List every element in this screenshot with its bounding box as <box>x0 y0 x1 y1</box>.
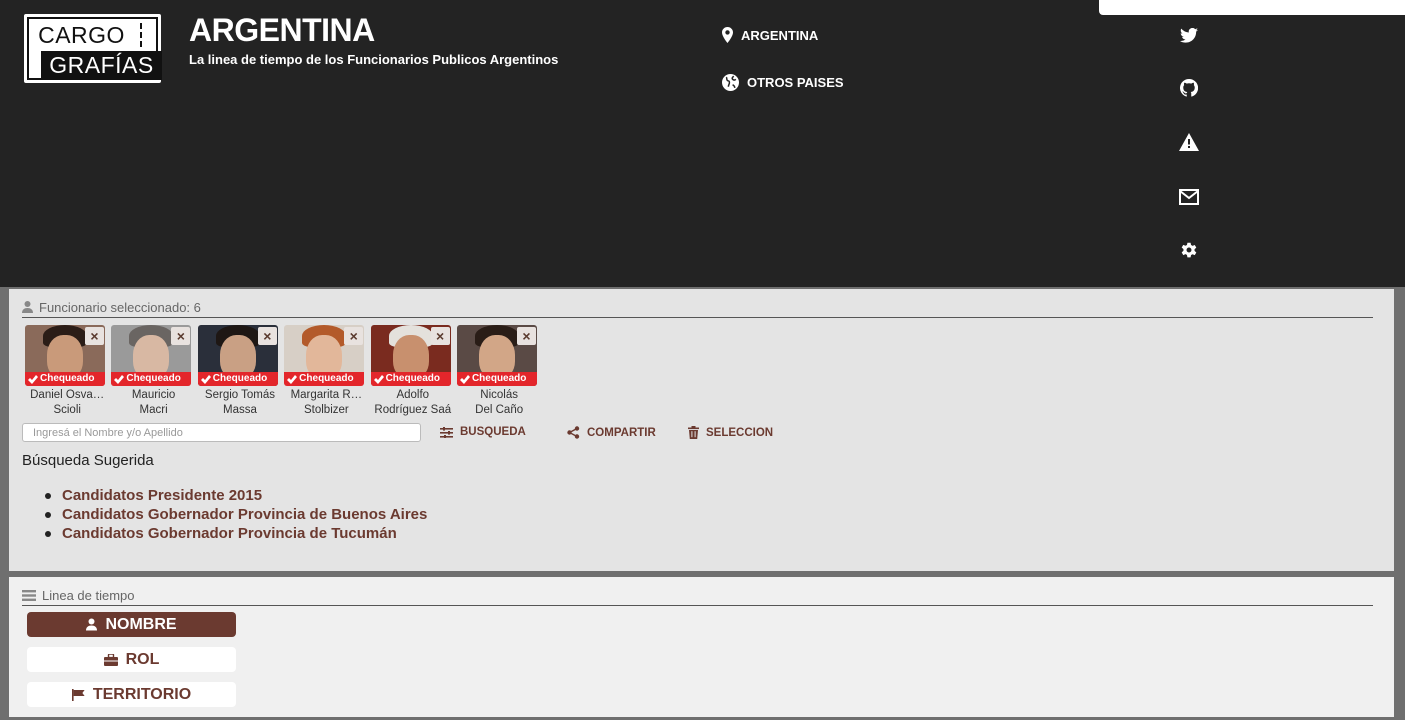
remove-official-button[interactable]: × <box>430 327 450 345</box>
list-icon <box>22 589 36 601</box>
official-name-last: Rodríguez Saá <box>374 404 452 416</box>
official-card[interactable]: Chequeado × Adolfo Rodríguez Saá <box>370 325 456 416</box>
official-name-last: Scioli <box>53 404 81 416</box>
check-icon <box>373 374 384 384</box>
official-name-first: Margarita R… <box>290 389 363 401</box>
chequeado-badge: Chequeado <box>284 372 365 386</box>
warning-icon[interactable] <box>1178 131 1200 153</box>
official-photo[interactable]: Chequeado × <box>456 325 537 386</box>
envelope-icon[interactable] <box>1178 186 1200 208</box>
official-photo[interactable]: Chequeado × <box>25 325 105 386</box>
suggested-search-link[interactable]: Candidatos Gobernador Provincia de Bueno… <box>44 505 427 524</box>
user-icon <box>22 301 33 313</box>
selection-heading: Funcionario seleccionado: 6 <box>39 299 201 315</box>
remove-official-button[interactable]: × <box>344 327 364 345</box>
chequeado-badge: Chequeado <box>456 372 537 386</box>
suggested-search-link[interactable]: Candidatos Presidente 2015 <box>44 486 427 505</box>
logo-text-top: CARGO <box>38 22 125 48</box>
nav-argentina[interactable]: ARGENTINA <box>722 27 818 43</box>
sort-by-territory-label: TERRITORIO <box>92 685 192 703</box>
timeline-header: Linea de tiempo <box>22 585 1373 606</box>
official-name-first: Nicolás <box>480 389 518 401</box>
official-card[interactable]: Chequeado × Margarita R… Stolbizer <box>283 325 369 416</box>
official-name-last: Del Caño <box>475 404 524 416</box>
official-card[interactable]: Chequeado × Daniel Osva… Scioli <box>24 325 110 416</box>
official-photo[interactable]: Chequeado × <box>284 325 365 386</box>
official-card[interactable]: Chequeado × Sergio Tomás Massa <box>197 325 283 416</box>
official-search-input[interactable] <box>22 423 421 442</box>
check-icon <box>287 374 298 384</box>
seleccion-label: SELECCION <box>706 426 774 439</box>
page-title: ARGENTINA <box>189 12 375 48</box>
sort-by-role-label: ROL <box>125 650 160 668</box>
suggested-search-list: Candidatos Presidente 2015 Candidatos Go… <box>44 486 427 543</box>
globe-icon <box>722 74 739 91</box>
timeline-panel: Linea de tiempo NOMBRE ROL TERRITORIO <box>9 577 1394 717</box>
official-name-first: Daniel Osva… <box>30 389 105 401</box>
sliders-icon <box>440 426 453 438</box>
official-name-first: Adolfo <box>396 389 430 401</box>
chequeado-badge: Chequeado <box>197 372 278 386</box>
cargografias-logo[interactable]: CARGO GRAFÍAS <box>24 14 162 83</box>
compartir-button[interactable]: COMPARTIR <box>567 426 656 439</box>
check-icon <box>114 374 125 384</box>
official-card[interactable]: Chequeado × Mauricio Macri <box>110 325 196 416</box>
suggested-search-link[interactable]: Candidatos Gobernador Provincia de Tucum… <box>44 524 427 543</box>
sort-by-role-button[interactable]: ROL <box>27 647 236 672</box>
official-photo[interactable]: Chequeado × <box>197 325 278 386</box>
official-photo[interactable]: Chequeado × <box>111 325 192 386</box>
top-search-strip[interactable] <box>1099 0 1405 15</box>
suggested-search-title: Búsqueda Sugerida <box>22 452 154 469</box>
remove-official-button[interactable]: × <box>85 327 104 345</box>
logo-text-bottom: GRAFÍAS <box>41 51 162 80</box>
twitter-icon[interactable] <box>1178 24 1200 46</box>
page-subtitle: La linea de tiempo de los Funcionarios P… <box>189 52 559 67</box>
flag-icon <box>71 688 85 701</box>
official-name-last: Stolbizer <box>303 404 349 416</box>
seleccion-button[interactable]: SELECCION <box>688 426 773 439</box>
official-name-first: Mauricio <box>131 389 176 401</box>
selected-officials: Chequeado × Daniel Osva… Scioli Chequead… <box>24 325 542 416</box>
github-icon[interactable] <box>1178 77 1200 99</box>
map-marker-icon <box>722 27 733 43</box>
selection-panel: Funcionario seleccionado: 6 Chequeado × … <box>9 289 1394 571</box>
busqueda-label: BUSQUEDA <box>460 426 526 438</box>
official-name-last: Massa <box>223 404 257 416</box>
official-photo[interactable]: Chequeado × <box>370 325 451 386</box>
remove-official-button[interactable]: × <box>257 327 277 345</box>
official-name-first: Sergio Tomás <box>204 389 276 401</box>
official-name-last: Macri <box>139 404 168 416</box>
sort-by-name-label: NOMBRE <box>105 615 177 633</box>
share-icon <box>567 426 580 439</box>
sort-by-name-button[interactable]: NOMBRE <box>27 612 236 637</box>
check-icon <box>459 374 470 384</box>
remove-official-button[interactable]: × <box>171 327 191 345</box>
official-card[interactable]: Chequeado × Nicolás Del Caño <box>456 325 542 416</box>
nav-otros-paises-label: OTROS PAISES <box>747 75 844 90</box>
gear-icon[interactable] <box>1178 239 1200 261</box>
sort-by-territory-button[interactable]: TERRITORIO <box>27 682 236 707</box>
chequeado-badge: Chequeado <box>25 372 105 386</box>
chequeado-badge: Chequeado <box>111 372 192 386</box>
nav-argentina-label: ARGENTINA <box>741 27 819 43</box>
selection-header: Funcionario seleccionado: 6 <box>22 297 1373 318</box>
briefcase-icon <box>103 653 118 666</box>
trash-icon <box>688 426 699 439</box>
busqueda-button[interactable]: BUSQUEDA <box>440 426 526 438</box>
site-header: CARGO GRAFÍAS ARGENTINA La linea de tiem… <box>0 0 1405 287</box>
check-icon <box>28 374 38 384</box>
compartir-label: COMPARTIR <box>587 426 656 439</box>
nav-otros-paises[interactable]: OTROS PAISES <box>722 74 844 91</box>
remove-official-button[interactable]: × <box>516 327 536 345</box>
user-icon <box>86 618 98 631</box>
timeline-heading: Linea de tiempo <box>42 587 135 603</box>
chequeado-badge: Chequeado <box>370 372 451 386</box>
check-icon <box>200 374 211 384</box>
